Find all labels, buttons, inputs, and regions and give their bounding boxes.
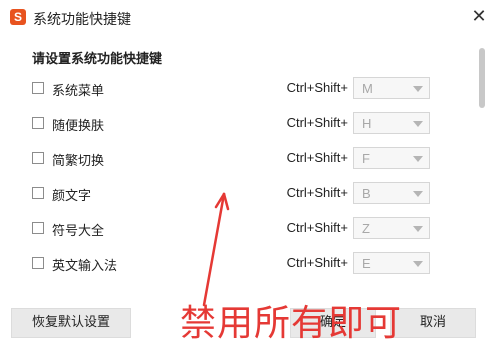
shortcut-label: 颜文字	[52, 189, 92, 204]
shortcut-label: 系统菜单	[52, 84, 105, 99]
shortcut-row-english-input: 英文输入法 Ctrl+Shift+ E	[0, 252, 480, 276]
close-button[interactable]: ✕	[469, 7, 489, 27]
chevron-down-icon	[413, 156, 423, 162]
title-bar: S 系统功能快捷键 ✕	[0, 0, 503, 36]
close-icon: ✕	[471, 6, 487, 27]
key-value: E	[362, 256, 371, 271]
chevron-down-icon	[413, 226, 423, 232]
shortcut-label: 简繁切换	[52, 154, 105, 169]
key-select[interactable]: Z	[353, 217, 430, 239]
key-value: Z	[362, 221, 370, 236]
key-select[interactable]: H	[353, 112, 430, 134]
shortcut-row-system-menu: 系统菜单 Ctrl+Shift+ M	[0, 77, 480, 101]
shortcut-list: 系统菜单 Ctrl+Shift+ M 随便换肤 Ctrl+Shift+ H 简繁…	[0, 70, 503, 280]
shortcut-label: 随便换肤	[52, 119, 105, 134]
shortcut-settings-dialog: S 系统功能快捷键 ✕ 请设置系统功能快捷键 系统菜单 Ctrl+Shift+ …	[0, 0, 503, 360]
checkbox[interactable]	[32, 222, 44, 234]
annotation-text: 禁用所有即可	[180, 303, 403, 344]
combo-prefix: Ctrl+Shift+	[286, 80, 348, 95]
key-value: F	[362, 151, 370, 166]
checkbox[interactable]	[32, 187, 44, 199]
restore-defaults-button[interactable]: 恢复默认设置	[11, 308, 131, 338]
vertical-scrollbar[interactable]	[479, 40, 485, 278]
chevron-down-icon	[413, 121, 423, 127]
shortcut-row-trad-simp: 简繁切换 Ctrl+Shift+ F	[0, 147, 480, 171]
combo-prefix: Ctrl+Shift+	[286, 185, 348, 200]
key-value: H	[362, 116, 372, 131]
combo-prefix: Ctrl+Shift+	[286, 150, 348, 165]
shortcut-row-emoticon: 颜文字 Ctrl+Shift+ B	[0, 182, 480, 206]
shortcut-label: 英文输入法	[52, 259, 118, 274]
checkbox[interactable]	[32, 117, 44, 129]
shortcut-label: 符号大全	[52, 224, 105, 239]
shortcut-row-symbols: 符号大全 Ctrl+Shift+ Z	[0, 217, 480, 241]
scrollbar-thumb[interactable]	[479, 48, 485, 108]
combo-prefix: Ctrl+Shift+	[286, 220, 348, 235]
checkbox[interactable]	[32, 152, 44, 164]
cancel-button[interactable]: 取消	[390, 308, 476, 338]
chevron-down-icon	[413, 191, 423, 197]
combo-prefix: Ctrl+Shift+	[286, 115, 348, 130]
chevron-down-icon	[413, 86, 423, 92]
section-title: 请设置系统功能快捷键	[32, 52, 163, 67]
sogou-logo-icon: S	[10, 9, 26, 25]
chevron-down-icon	[413, 261, 423, 267]
dialog-title: 系统功能快捷键	[33, 12, 131, 28]
checkbox[interactable]	[32, 82, 44, 94]
checkbox[interactable]	[32, 257, 44, 269]
key-value: M	[362, 81, 373, 96]
key-select[interactable]: B	[353, 182, 430, 204]
key-select[interactable]: F	[353, 147, 430, 169]
key-select[interactable]: E	[353, 252, 430, 274]
key-value: B	[362, 186, 371, 201]
combo-prefix: Ctrl+Shift+	[286, 255, 348, 270]
shortcut-row-skin: 随便换肤 Ctrl+Shift+ H	[0, 112, 480, 136]
key-select[interactable]: M	[353, 77, 430, 99]
